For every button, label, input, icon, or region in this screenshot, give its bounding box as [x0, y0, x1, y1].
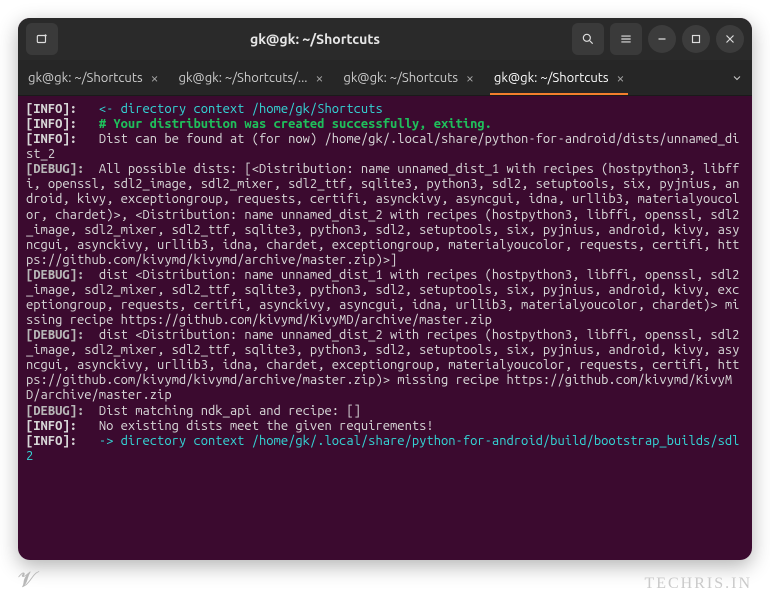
log-line: [INFO]: -> directory context /home/gk/.l… [26, 434, 744, 464]
tab-dropdown-button[interactable] [722, 60, 752, 95]
watermark-text: TECHRIS.IN [644, 575, 752, 593]
tab-label: gk@gk: ~/Shortcuts [494, 71, 609, 85]
log-line: [DEBUG]: All possible dists: [<Distribut… [26, 162, 744, 268]
log-tag-info: [INFO]: [26, 102, 77, 116]
log-body: Dist matching ndk_api and recipe: [] [99, 404, 361, 418]
log-line: [INFO]: <- directory context /home/gk/Sh… [26, 102, 744, 117]
hamburger-icon [619, 32, 633, 46]
log-tag-debug: [DEBUG]: [26, 328, 84, 342]
new-tab-icon [35, 32, 49, 46]
search-icon [581, 32, 595, 46]
log-tag-info: [INFO]: [26, 117, 77, 131]
log-body: <- directory context /home/gk/Shortcuts [99, 102, 383, 116]
tab-3[interactable]: gk@gk: ~/Shortcuts × [333, 60, 484, 95]
window-title: gk@gk: ~/Shortcuts [58, 31, 572, 47]
tab-label: gk@gk: ~/Shortcuts [28, 71, 143, 85]
log-body: No existing dists meet the given require… [99, 419, 434, 433]
log-body: # Your distribution was created successf… [99, 117, 492, 131]
tab-close-icon[interactable]: × [315, 70, 323, 86]
maximize-icon [689, 32, 703, 46]
chevron-down-icon [731, 72, 743, 84]
minimize-button[interactable] [648, 25, 676, 53]
titlebar: gk@gk: ~/Shortcuts [18, 18, 752, 60]
log-tag-info: [INFO]: [26, 419, 77, 433]
log-line: [DEBUG]: Dist matching ndk_api and recip… [26, 404, 744, 419]
log-line: [DEBUG]: dist <Distribution: name unname… [26, 268, 744, 328]
log-line: [DEBUG]: dist <Distribution: name unname… [26, 328, 744, 403]
watermark-caret: 𝓥 [18, 567, 36, 593]
log-tag-debug: [DEBUG]: [26, 162, 84, 176]
log-body: dist <Distribution: name unnamed_dist_1 … [26, 268, 739, 327]
new-tab-button[interactable] [26, 23, 58, 55]
tab-1[interactable]: gk@gk: ~/Shortcuts × [18, 60, 169, 95]
terminal-output[interactable]: [INFO]: <- directory context /home/gk/Sh… [18, 96, 752, 560]
tab-label: gk@gk: ~/Shortcuts [343, 71, 458, 85]
log-tag-info: [INFO]: [26, 434, 77, 448]
log-line: [INFO]: No existing dists meet the given… [26, 419, 744, 434]
minimize-icon [655, 32, 669, 46]
log-body: Dist can be found at (for now) /home/gk/… [26, 132, 739, 161]
tab-label: gk@gk: ~/Shortcuts/... [179, 71, 308, 85]
tab-2[interactable]: gk@gk: ~/Shortcuts/... × [169, 60, 334, 95]
log-line: [INFO]: Dist can be found at (for now) /… [26, 132, 744, 162]
tab-close-icon[interactable]: × [617, 70, 625, 86]
log-tag-debug: [DEBUG]: [26, 268, 84, 282]
search-button[interactable] [572, 23, 604, 55]
close-button[interactable] [716, 25, 744, 53]
tab-close-icon[interactable]: × [151, 70, 159, 86]
close-icon [723, 32, 737, 46]
log-tag-debug: [DEBUG]: [26, 404, 84, 418]
log-tag-info: [INFO]: [26, 132, 77, 146]
tabbar: gk@gk: ~/Shortcuts × gk@gk: ~/Shortcuts/… [18, 60, 752, 96]
log-body: dist <Distribution: name unnamed_dist_2 … [26, 328, 739, 402]
log-body: -> directory context /home/gk/.local/sha… [26, 434, 739, 463]
maximize-button[interactable] [682, 25, 710, 53]
log-body: All possible dists: [<Distribution: name… [26, 162, 739, 266]
tab-close-icon[interactable]: × [466, 70, 474, 86]
menu-button[interactable] [610, 23, 642, 55]
tab-4[interactable]: gk@gk: ~/Shortcuts × [484, 60, 635, 95]
terminal-window: gk@gk: ~/Shortcuts gk@gk: ~/Shortcuts × [18, 18, 752, 560]
log-line: [INFO]: # Your distribution was created … [26, 117, 744, 132]
